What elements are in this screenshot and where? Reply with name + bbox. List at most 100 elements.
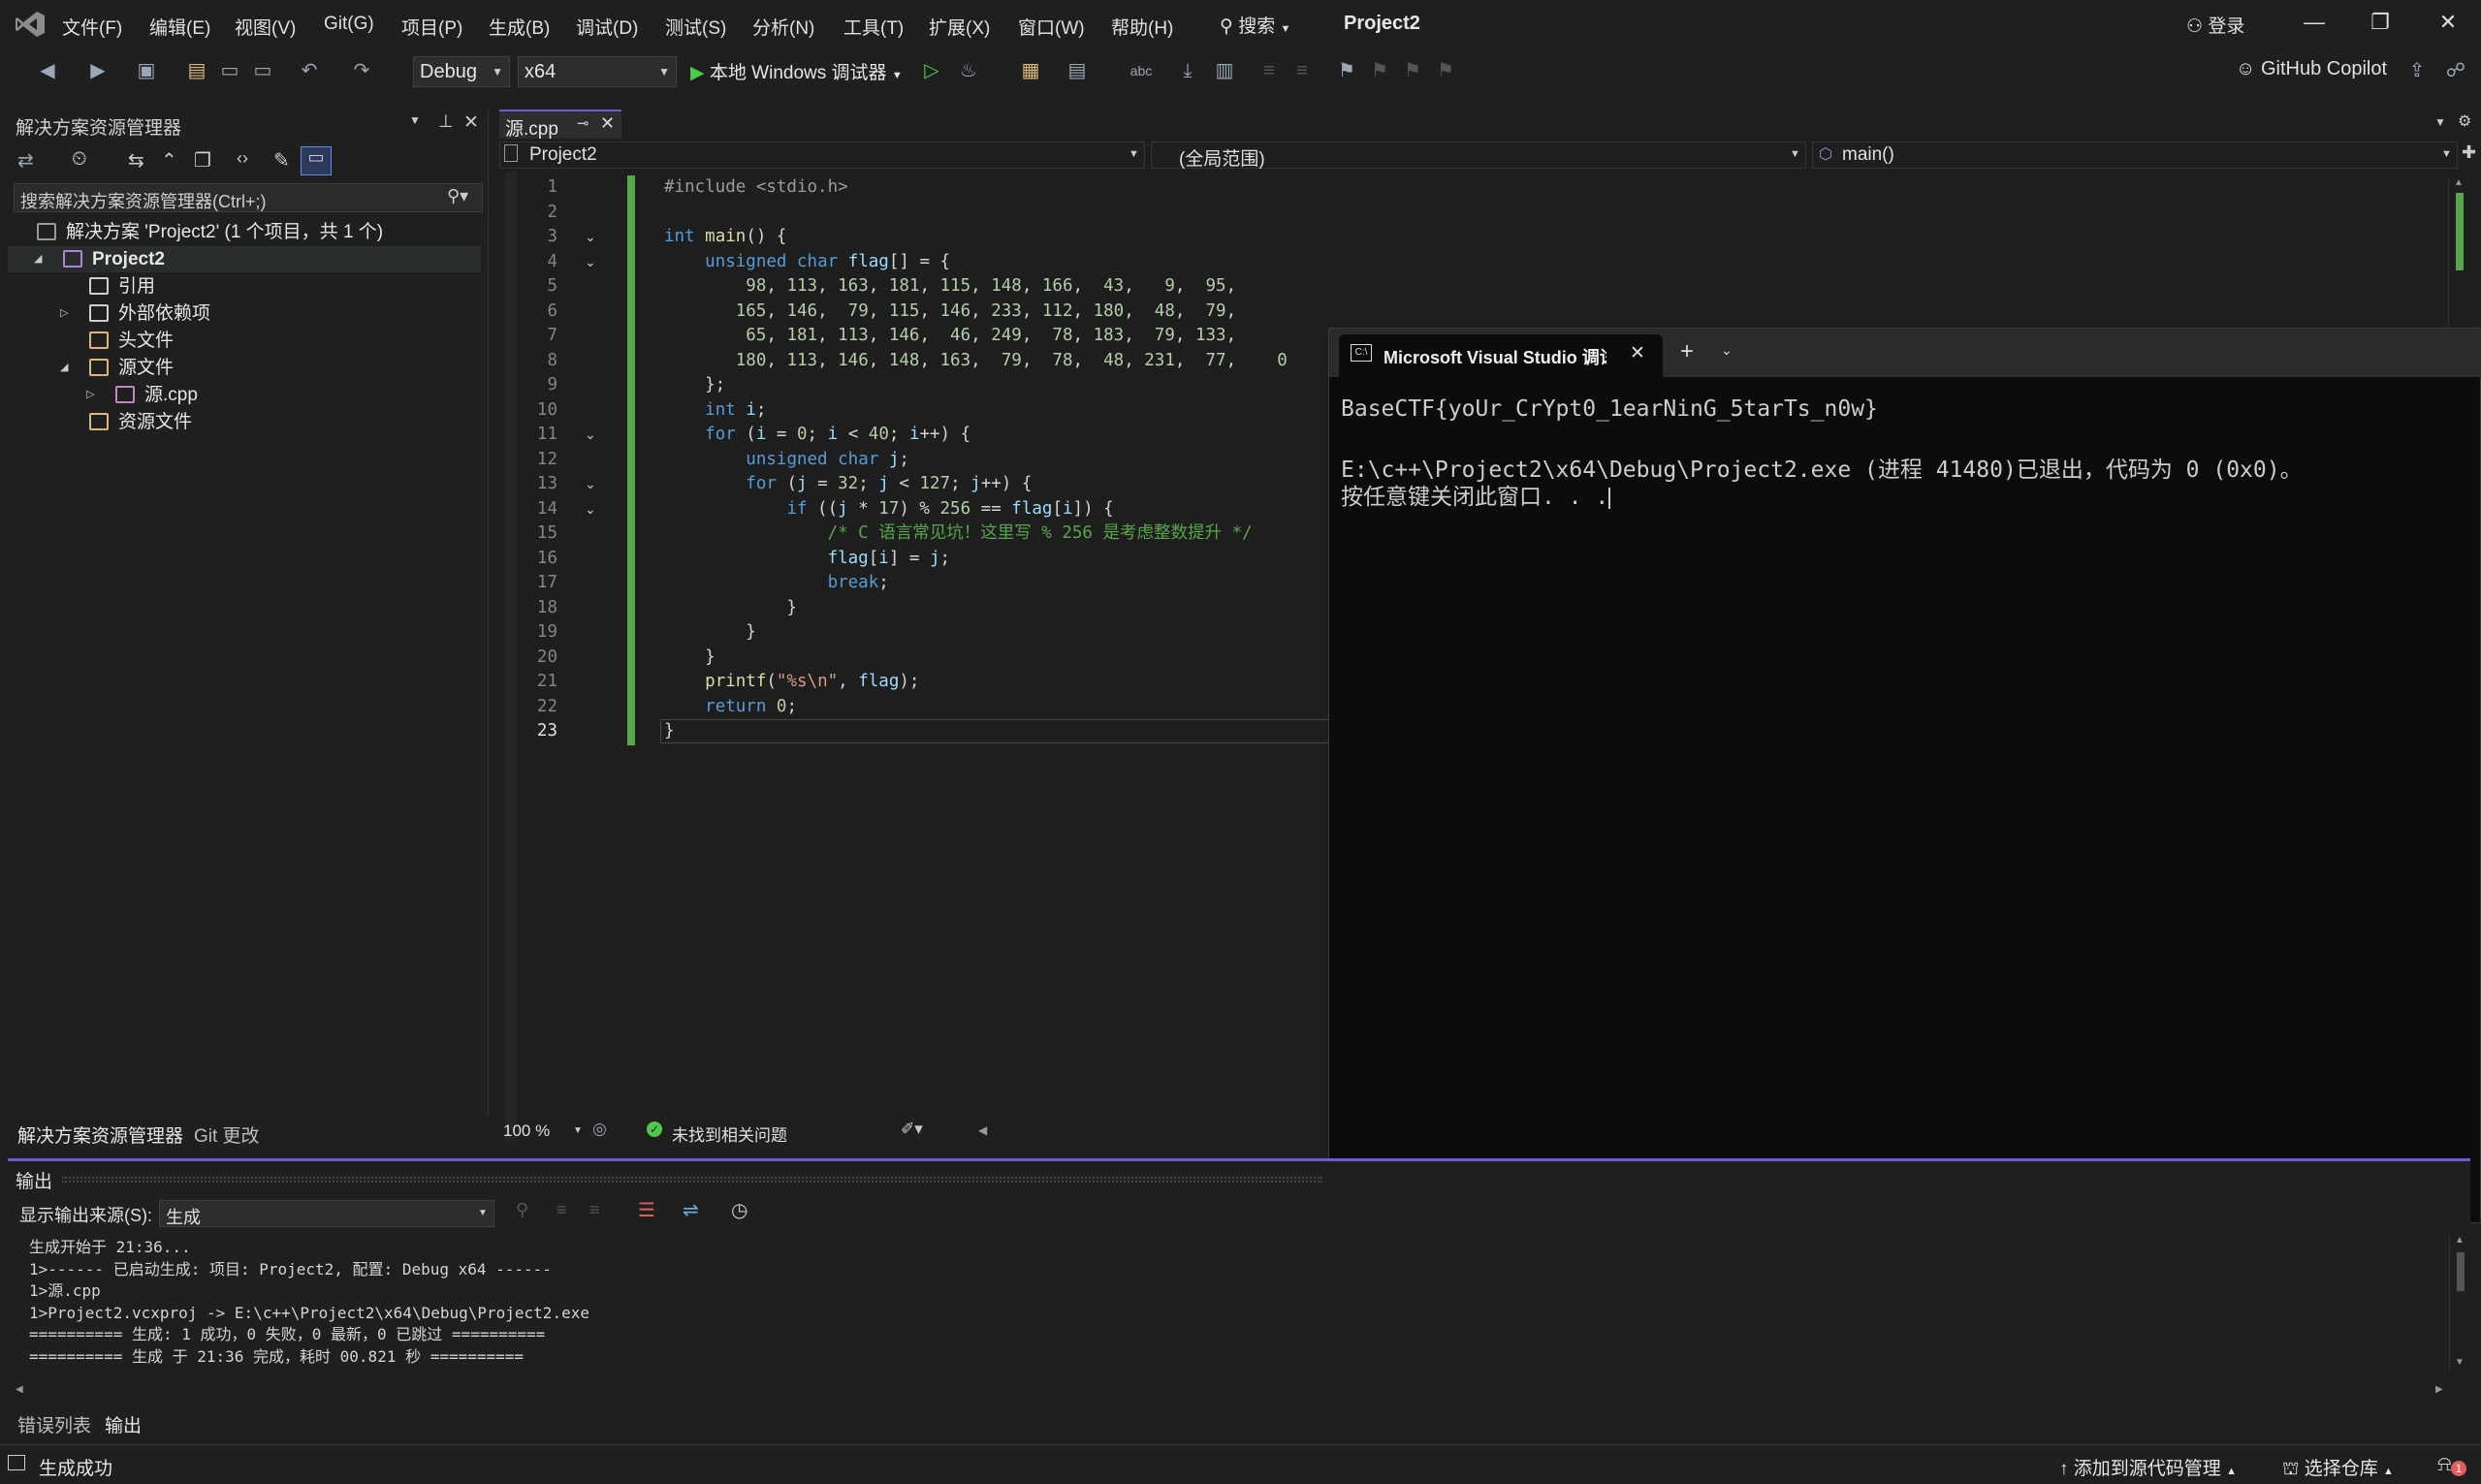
add-source-control-button[interactable]: ↑ 添加到源代码管理 ▲ (2059, 1454, 2237, 1480)
fold-toggle-icon[interactable]: ⌄ (585, 250, 596, 275)
undo-icon[interactable]: ↶ (297, 58, 322, 83)
tree-item[interactable]: 资源文件 (8, 409, 481, 435)
sync-icon[interactable]: ⇆ (128, 148, 144, 173)
pending-changes-icon[interactable]: ⏲ (72, 148, 87, 171)
forward-icon[interactable]: ▶ (85, 58, 111, 83)
menu-item[interactable]: 窗口(W) (1018, 14, 1085, 40)
tab-menu-icon[interactable]: ▼ (2434, 115, 2446, 129)
start-debugging-button[interactable]: ▶ 本地 Windows 调试器 ▼ (690, 58, 903, 84)
issues-label[interactable]: 未找到相关问题 (672, 1121, 787, 1146)
close-panel-icon[interactable]: ✕ (463, 111, 479, 134)
editor-tab[interactable]: 源.cpp ⊸ ✕ (499, 110, 621, 140)
minimize-button[interactable]: — (2295, 10, 2334, 39)
tree-expander-icon[interactable]: ◢ (60, 355, 68, 381)
solution-explorer-icon[interactable]: ▦ (1018, 58, 1043, 83)
step-icon[interactable]: ⤓ (1175, 58, 1200, 83)
tab-git-changes[interactable]: Git 更改 (194, 1121, 260, 1148)
solution-search-box[interactable]: 搜索解决方案资源管理器(Ctrl+;) ⚲▾ (14, 183, 483, 212)
copilot-button[interactable]: ☺ GitHub Copilot (2236, 58, 2387, 80)
zoom-value[interactable]: 100 % (503, 1121, 550, 1141)
bookmark-icon[interactable]: ⚑ (1334, 58, 1359, 83)
scroll-left-icon[interactable]: ◀ (978, 1123, 987, 1137)
menu-item[interactable]: 文件(F) (62, 14, 122, 40)
fold-toggle-icon[interactable]: ⌄ (585, 225, 596, 250)
brush-icon[interactable]: ✐▾ (901, 1120, 923, 1139)
menu-item[interactable]: Git(G) (324, 14, 374, 35)
pin-icon[interactable]: ⊸ (577, 114, 589, 132)
menu-item[interactable]: 视图(V) (235, 14, 296, 40)
close-window-button[interactable]: ✕ (2429, 10, 2467, 39)
output-source-select[interactable]: 生成 ▼ (159, 1200, 494, 1227)
config-select[interactable]: Debug ▼ (413, 56, 510, 87)
output-scrollbar[interactable]: ▲ ▼ (2449, 1235, 2470, 1371)
tab-error-list[interactable]: 错误列表 (17, 1411, 91, 1437)
show-all-files-icon[interactable]: ❐ (194, 148, 211, 173)
menu-item[interactable]: 生成(B) (489, 14, 550, 40)
share-icon[interactable]: ⇪ (2404, 58, 2430, 83)
tree-item[interactable]: 解决方案 'Project2' (1 个项目，共 1 个) (8, 219, 481, 245)
bookmark-clear-icon[interactable]: ⚑ (1433, 58, 1458, 83)
tree-expander-icon[interactable]: ◢ (34, 246, 42, 272)
collapse-all-icon[interactable]: ⌃ (161, 148, 177, 173)
redo-icon[interactable]: ↷ (349, 58, 374, 83)
save-all-icon[interactable]: ▭ (250, 58, 275, 83)
prev-message-icon[interactable]: ≡ (557, 1200, 567, 1220)
output-hscrollbar[interactable]: ◀ ▶ (16, 1384, 2449, 1398)
clock-icon[interactable]: ◷ (731, 1198, 747, 1222)
next-message-icon[interactable]: ≡ (589, 1200, 600, 1220)
tree-item[interactable]: ◢ Project2 (8, 246, 481, 272)
tree-item[interactable]: ▷ 源.cpp (8, 382, 481, 408)
new-item-icon[interactable]: ▣ (134, 58, 159, 83)
platform-select[interactable]: x64 ▼ (518, 56, 677, 87)
format-icon[interactable]: ▥ (1212, 58, 1237, 83)
close-tab-icon[interactable]: ✕ (1630, 342, 1645, 364)
menu-item[interactable]: 帮助(H) (1111, 14, 1173, 40)
menu-item[interactable]: 扩展(X) (929, 14, 990, 40)
clear-all-icon[interactable]: ☰ (638, 1198, 655, 1222)
solution-search-input[interactable]: 搜索解决方案资源管理器(Ctrl+;) (20, 188, 267, 213)
properties-icon[interactable]: ✎ (273, 148, 290, 173)
menu-item[interactable]: 分析(N) (752, 14, 814, 40)
chevron-down-icon[interactable]: ⌄ (1721, 342, 1733, 359)
select-repo-button[interactable]: ⛫ 选择仓库 ▲ (2282, 1454, 2394, 1482)
nav-scope-select[interactable]: (全局范围) ▼ (1151, 142, 1806, 170)
uncomment-icon[interactable]: ≡ (1289, 58, 1315, 83)
bookmark-prev-icon[interactable]: ⚑ (1367, 58, 1392, 83)
fold-toggle-icon[interactable]: ⌄ (585, 472, 596, 497)
nav-project-select[interactable]: Project2 ▼ (499, 142, 1145, 169)
open-folder-icon[interactable]: ▤ (184, 58, 209, 83)
restore-button[interactable]: ❐ (2361, 10, 2400, 39)
new-tab-icon[interactable]: + (1680, 338, 1694, 365)
bookmark-next-icon[interactable]: ⚑ (1400, 58, 1425, 83)
spellcheck-icon[interactable]: abc (1129, 58, 1154, 83)
menu-item[interactable]: 编辑(E) (149, 14, 210, 40)
menu-item[interactable]: 项目(P) (401, 14, 462, 40)
search-button[interactable]: ⚲ 搜索 ▼ (1220, 12, 1290, 37)
tree-item[interactable]: ◢ 源文件 (8, 355, 481, 381)
preview-icon[interactable]: ▭ (301, 146, 332, 175)
menu-item[interactable]: 调试(D) (576, 14, 638, 40)
view-code-icon[interactable]: ‹› (237, 148, 248, 169)
word-wrap-icon[interactable]: ⇌ (683, 1198, 699, 1222)
split-icon[interactable]: ✚ (2462, 142, 2476, 163)
fold-toggle-icon[interactable]: ⌄ (585, 423, 596, 448)
output-text[interactable]: 生成开始于 21:36... 1>------ 已启动生成: 项目: Projec… (8, 1235, 2432, 1371)
menu-item[interactable]: 工具(T) (843, 14, 904, 40)
back-icon[interactable]: ◀ (35, 58, 60, 83)
console-tab[interactable]: C:\ Microsoft Visual Studio 调试控制台 ✕ (1339, 334, 1663, 377)
pin-icon[interactable]: ⊥ (438, 111, 454, 132)
panel-menu-icon[interactable]: ▼ (409, 113, 421, 127)
tree-expander-icon[interactable]: ▷ (60, 300, 68, 327)
tab-solution-explorer[interactable]: 解决方案资源管理器 (17, 1121, 183, 1148)
login-button[interactable]: ⚇ 登录 (2186, 12, 2244, 38)
tree-expander-icon[interactable]: ▷ (86, 382, 94, 408)
close-tab-icon[interactable]: ✕ (600, 113, 615, 134)
tree-item[interactable]: ▷ 外部依赖项 (8, 300, 481, 327)
tab-output[interactable]: 输出 (105, 1411, 142, 1437)
feedback-icon[interactable]: ☍ (2443, 58, 2468, 83)
comment-icon[interactable]: ≡ (1256, 58, 1282, 83)
notifications-button[interactable]: ⍾ 1 (2437, 1451, 2470, 1478)
menu-item[interactable]: 测试(S) (665, 14, 726, 40)
tree-item[interactable]: 头文件 (8, 328, 481, 354)
find-icon[interactable]: ⚲ (516, 1200, 528, 1220)
